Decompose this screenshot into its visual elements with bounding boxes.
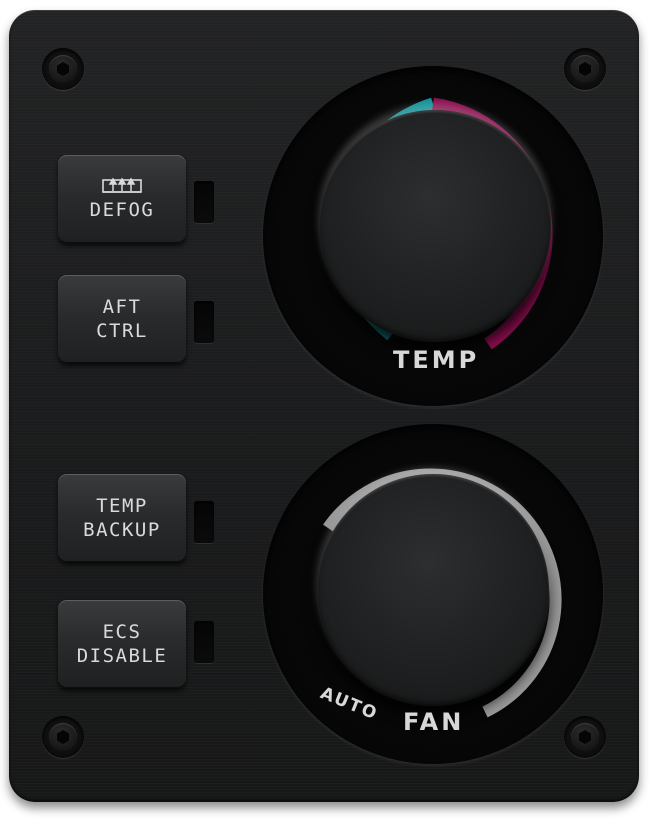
temp-knob[interactable] bbox=[319, 110, 551, 342]
fan-knob[interactable] bbox=[317, 474, 549, 706]
temp-backup-label-line-1: TEMP bbox=[96, 495, 148, 517]
fan-knob-label: FAN bbox=[403, 708, 465, 736]
ecs-disable-button[interactable]: ECS DISABLE bbox=[58, 600, 186, 688]
temp-backup-button[interactable]: TEMP BACKUP bbox=[58, 474, 186, 562]
temp-knob-well: TEMP bbox=[263, 66, 603, 406]
aft-ctrl-indicator-light bbox=[194, 301, 214, 343]
defog-indicator-light bbox=[194, 181, 214, 223]
defog-button[interactable]: DEFOG bbox=[58, 155, 186, 243]
aft-ctrl-label-line-2: CTRL bbox=[96, 320, 148, 342]
hex-screw-icon bbox=[42, 716, 84, 758]
temp-backup-label-line-2: BACKUP bbox=[83, 519, 161, 541]
defog-label: DEFOG bbox=[89, 199, 155, 221]
ecs-disable-label-line-2: DISABLE bbox=[76, 645, 168, 667]
temp-knob-label: TEMP bbox=[393, 346, 480, 374]
ecs-disable-indicator-light bbox=[194, 621, 214, 663]
climate-control-panel: DEFOG AFT CTRL TEMP BACKUP ECS DISABLE T… bbox=[9, 10, 639, 802]
fan-knob-well: AUTO FAN bbox=[263, 424, 603, 764]
ecs-disable-label-line-1: ECS bbox=[102, 621, 142, 643]
hex-screw-icon bbox=[42, 48, 84, 90]
defog-icon bbox=[102, 177, 142, 193]
temp-backup-indicator-light bbox=[194, 501, 214, 543]
aft-ctrl-button[interactable]: AFT CTRL bbox=[58, 275, 186, 363]
aft-ctrl-label-line-1: AFT bbox=[102, 296, 142, 318]
